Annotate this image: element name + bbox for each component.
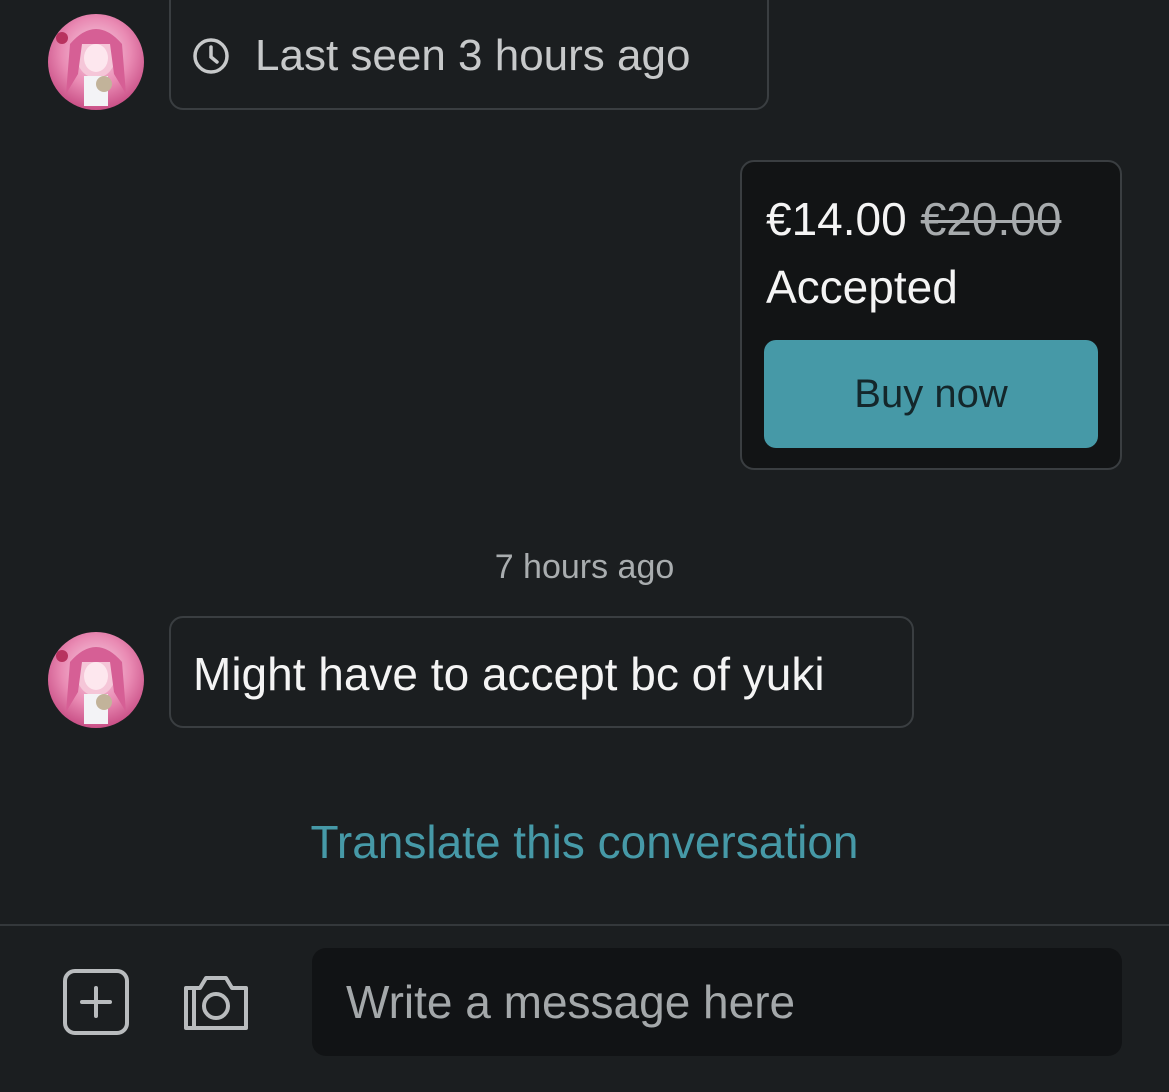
message-bubble[interactable]: Might have to accept bc of yuki — [169, 616, 914, 728]
user-avatar[interactable] — [48, 14, 144, 110]
clock-icon — [193, 38, 229, 74]
price-row: €14.00 €20.00 — [766, 192, 1061, 246]
composer-divider — [0, 924, 1169, 926]
camera-icon — [184, 976, 248, 1030]
offer-card: €14.00 €20.00 Accepted Buy now — [740, 160, 1122, 470]
original-price: €20.00 — [920, 193, 1062, 245]
last-seen-bubble: Last seen 3 hours ago — [169, 0, 769, 110]
user-avatar[interactable] — [48, 632, 144, 728]
buy-now-button[interactable]: Buy now — [764, 340, 1098, 448]
message-input[interactable] — [312, 948, 1122, 1056]
last-seen-text: Last seen 3 hours ago — [255, 31, 691, 80]
message-timestamp: 7 hours ago — [494, 548, 675, 586]
translate-conversation-link[interactable]: Translate this conversation — [0, 815, 1169, 869]
last-seen-row: Last seen 3 hours ago — [191, 30, 690, 82]
offer-status: Accepted — [766, 261, 958, 313]
chat-screen: Last seen 3 hours ago €14.00 €20.00 Accep… — [0, 0, 1169, 1092]
offer-price: €14.00 — [766, 193, 907, 245]
add-attachment-button[interactable] — [60, 966, 132, 1038]
camera-button[interactable] — [178, 966, 254, 1038]
message-text: Might have to accept bc of yuki — [193, 648, 825, 700]
plus-square-icon — [63, 969, 129, 1035]
